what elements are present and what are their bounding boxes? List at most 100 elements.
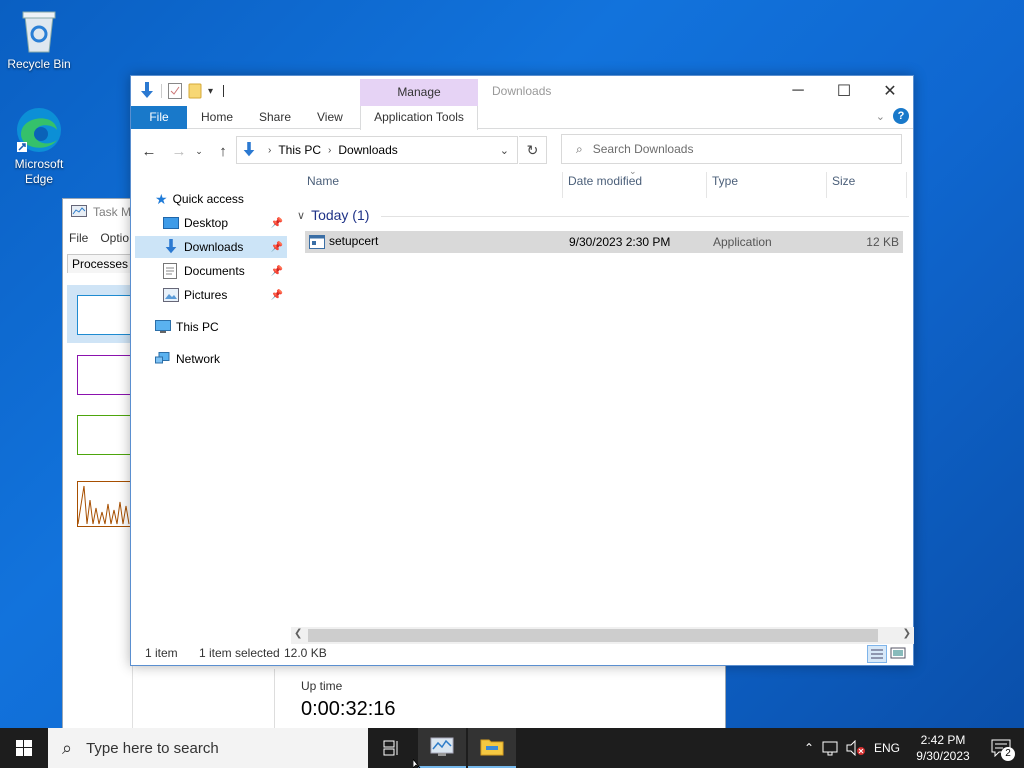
breadcrumb-this-pc[interactable]: This PC [274, 143, 325, 157]
edge-icon [17, 108, 61, 152]
recent-locations-button[interactable]: ⌄ [193, 141, 205, 161]
clock[interactable]: 2:42 PM 9/30/2023 [908, 732, 978, 764]
properties-icon[interactable] [168, 83, 182, 99]
scroll-thumb[interactable] [308, 629, 878, 642]
ribbon-tabs: File Home Share View Application Tools ⌄… [131, 106, 913, 130]
column-header-date-modified[interactable]: Date modified [568, 174, 642, 196]
ethernet-graph[interactable] [77, 481, 133, 527]
start-button[interactable] [0, 728, 48, 768]
file-date: 9/30/2023 2:30 PM [569, 235, 671, 249]
taskbar-task-manager[interactable] [418, 728, 466, 768]
status-bar: 1 item 1 item selected 12.0 KB [131, 643, 913, 665]
customize-qat-icon[interactable]: ▾ [208, 86, 213, 97]
breadcrumb-separator-icon[interactable]: › [265, 145, 274, 156]
downloads-location-icon [243, 142, 255, 157]
pin-icon[interactable]: 📌 [271, 290, 283, 301]
pin-icon[interactable]: 📌 [271, 242, 283, 253]
minimize-button[interactable]: ─ [775, 76, 821, 106]
column-header-type[interactable]: Type [712, 174, 738, 196]
task-manager-icon [430, 737, 454, 756]
notification-count-badge: 2 [1001, 747, 1015, 761]
refresh-button[interactable]: ↻ [519, 136, 547, 164]
documents-folder-icon [163, 263, 177, 279]
star-icon: ★ [155, 190, 168, 207]
uptime-label: Up time [301, 679, 343, 693]
desktop-folder-icon [163, 217, 179, 229]
close-button[interactable]: ✕ [867, 76, 913, 106]
quick-access-toolbar: ▾ [139, 82, 225, 100]
file-row[interactable]: setupcert 9/30/2023 2:30 PM Application … [305, 231, 903, 253]
window-title: Downloads [492, 84, 552, 98]
tab-application-tools[interactable]: Application Tools [360, 106, 478, 130]
column-header-size[interactable]: Size [832, 174, 855, 196]
maximize-button[interactable]: ☐ [821, 76, 867, 106]
details-view-icon[interactable] [867, 645, 887, 663]
network-disconnected-icon[interactable] [820, 740, 842, 756]
nav-downloads[interactable]: Downloads 📌 [135, 236, 287, 258]
tab-file[interactable]: File [131, 106, 187, 129]
task-manager-titlebar: Task Ma [71, 205, 138, 219]
nav-network[interactable]: Network [155, 348, 220, 370]
back-button[interactable]: ← [139, 141, 159, 161]
desktop-icon-recycle-bin[interactable]: Recycle Bin [1, 8, 77, 72]
search-input[interactable] [592, 142, 883, 156]
search-box[interactable]: ⌕ [561, 134, 902, 164]
address-row: ← → ⌄ ↑ › This PC › Downloads ⌄ ↻ ⌕ [131, 132, 913, 168]
desktop-icon-label: Recycle Bin [7, 57, 71, 71]
column-header-name[interactable]: Name [307, 174, 339, 196]
nav-this-pc[interactable]: This PC [155, 316, 219, 338]
large-icons-view-icon[interactable] [889, 645, 909, 663]
scroll-left-icon[interactable]: ❮ [294, 628, 302, 639]
breadcrumb-downloads[interactable]: Downloads [334, 143, 401, 157]
desktop-icon-edge[interactable]: Microsoft Edge [1, 106, 77, 187]
new-folder-icon[interactable] [188, 83, 202, 99]
nav-quick-access[interactable]: ★ Quick access [155, 188, 244, 210]
taskbar-search-box[interactable]: ⌕ Type here to search [48, 728, 368, 768]
cpu-graph [77, 295, 133, 335]
breadcrumb-separator-icon[interactable]: › [325, 145, 334, 156]
file-size: 12 KB [866, 235, 899, 249]
nav-desktop[interactable]: Desktop 📌 [163, 212, 287, 234]
nav-documents[interactable]: Documents 📌 [163, 260, 287, 282]
pin-icon[interactable]: 📌 [271, 266, 283, 277]
desktop-icon-label: Microsoft Edge [14, 157, 64, 186]
clock-time: 2:42 PM [920, 733, 966, 747]
group-header-today[interactable]: ∨ Today (1) [297, 207, 369, 223]
file-type: Application [713, 235, 772, 249]
tab-view[interactable]: View [307, 106, 353, 129]
taskbar-search-placeholder: Type here to search [86, 739, 219, 757]
downloads-folder-icon [165, 239, 177, 254]
task-view-button[interactable] [368, 728, 416, 768]
uptime-value: 0:00:32:16 [301, 698, 396, 720]
tm-tab-processes[interactable]: Processes [67, 254, 134, 273]
tab-share[interactable]: Share [249, 106, 301, 129]
expand-ribbon-icon[interactable]: ⌄ [876, 110, 885, 123]
forward-button[interactable]: → [169, 141, 189, 161]
up-button[interactable]: ↑ [213, 141, 233, 161]
horizontal-scrollbar[interactable]: ❮ ❯ [291, 627, 914, 644]
address-dropdown-icon[interactable]: ⌄ [500, 144, 509, 157]
explorer-titlebar: ▾ Manage Downloads ─ ☐ ✕ [131, 76, 913, 125]
tab-home[interactable]: Home [191, 106, 243, 129]
notification-center-button[interactable]: 2 [978, 728, 1024, 768]
disk-graph[interactable] [77, 415, 133, 455]
taskbar-file-explorer[interactable] [468, 728, 516, 768]
memory-graph[interactable] [77, 355, 133, 395]
volume-muted-icon[interactable] [844, 740, 868, 756]
status-size: 12.0 KB [284, 646, 327, 660]
help-icon[interactable]: ? [893, 108, 909, 124]
tm-menu-options[interactable]: Optio [100, 231, 129, 245]
scroll-right-icon[interactable]: ❯ [903, 628, 911, 639]
file-explorer-window[interactable]: ▾ Manage Downloads ─ ☐ ✕ File Home Share… [130, 75, 914, 666]
performance-sidebar [63, 274, 133, 729]
input-language[interactable]: ENG [874, 741, 900, 755]
tm-menu-file[interactable]: File [69, 231, 88, 245]
status-item-count: 1 item [145, 646, 178, 660]
show-hidden-icons-icon[interactable]: ⌃ [798, 741, 820, 755]
collapse-chevron-icon[interactable]: ∨ [297, 209, 305, 222]
nav-pictures[interactable]: Pictures 📌 [163, 284, 287, 306]
mouse-cursor-icon [413, 759, 421, 768]
address-bar[interactable]: › This PC › Downloads ⌄ [236, 136, 518, 164]
pin-icon[interactable]: 📌 [271, 218, 283, 229]
pictures-folder-icon [163, 288, 179, 302]
